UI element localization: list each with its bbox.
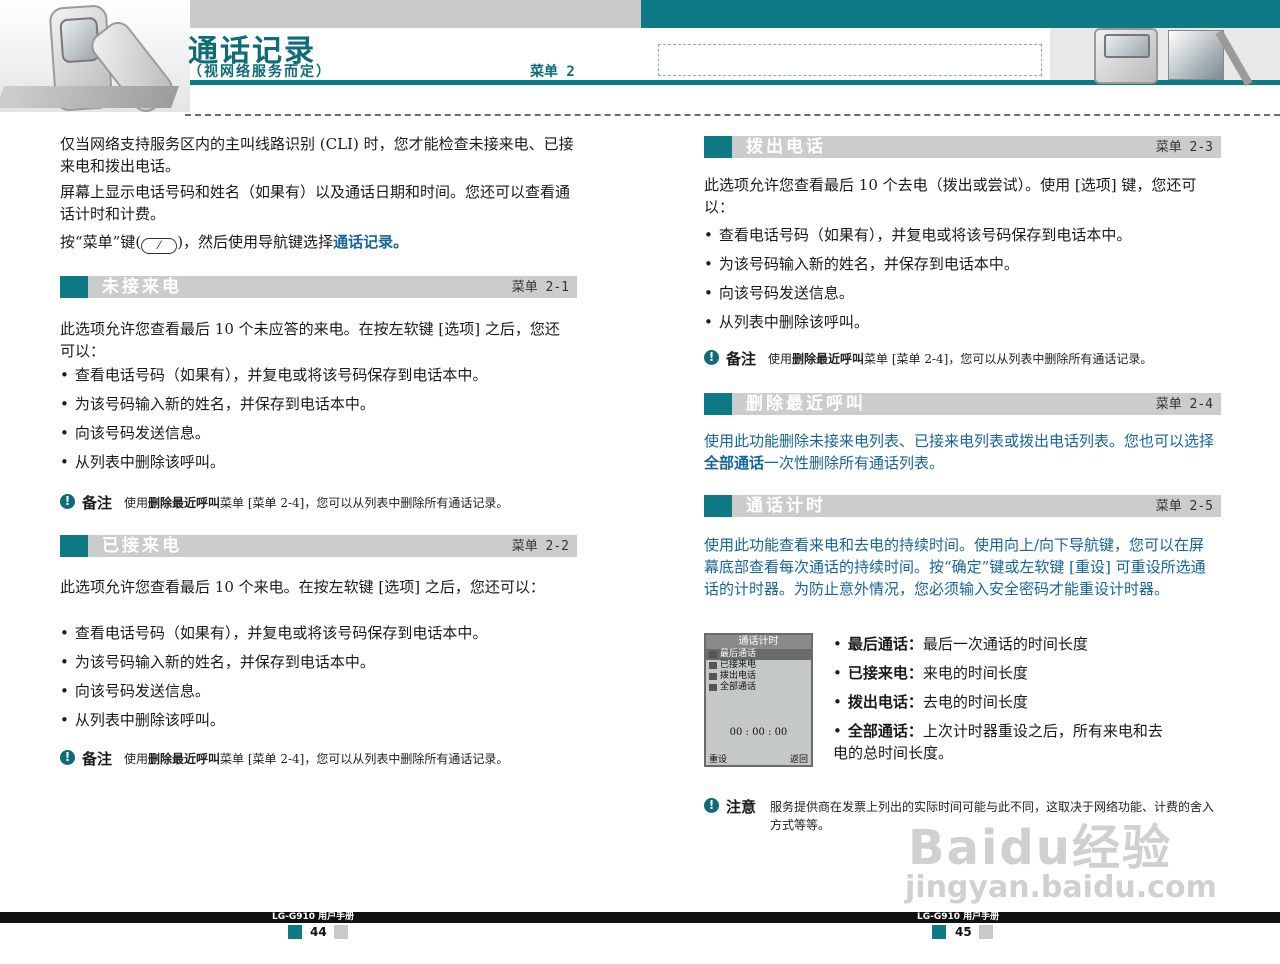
note-text: 使用删除最近呼叫菜单 [菜单 2-4]，您可以从列表中删除所有通话记录。: [124, 752, 509, 766]
list-icon: [709, 673, 717, 680]
list-item: 为该号码输入新的姓名，并保存到电话本中。: [704, 253, 1019, 275]
list-item: 查看电话号码（如果有），并复电或将该号码保存到电话本中。: [704, 224, 1132, 246]
intro-paragraph-3: 按“菜单”键(⁄)，然后使用导航键选择通话记录。: [60, 231, 580, 254]
section-bar-delete-recent: 删除最近呼叫 菜单 2-4: [704, 393, 1221, 415]
section-menu-number: 菜单 2-4: [1155, 397, 1213, 412]
section-menu-number: 菜单 2-1: [511, 280, 569, 295]
footer-left-text: LG-G910 用户手册: [272, 912, 355, 922]
call-timer-text: 使用此功能查看来电和去电的持续时间。使用向上/向下导航键，您可以在屏幕底部查看每…: [704, 536, 1206, 598]
watermark-url: jingyan.baidu.com: [905, 870, 1217, 905]
exclamation-icon: !: [60, 494, 75, 509]
exclamation-icon: !: [704, 798, 719, 813]
watermark-brand: Baidu经验: [908, 820, 1172, 876]
list-item: 从列表中删除该呼叫。: [60, 451, 225, 473]
list-item: 查看电话号码（如果有），并复电或将该号码保存到电话本中。: [60, 364, 488, 386]
section-bar-square: [60, 535, 88, 557]
intro3-link-text: 通话记录。: [333, 233, 409, 251]
section-menu-number: 菜单 2-5: [1155, 499, 1213, 514]
intro-paragraph-2: 屏幕上显示电话号码和姓名（如果有）以及通话日期和时间。您还可以查看通话计时和计费…: [60, 183, 571, 223]
intro3-post-text: )，然后使用导航键选择: [177, 233, 334, 251]
footer-right-text: LG-G910 用户手册: [917, 912, 1000, 922]
page-marker-teal: [932, 925, 946, 939]
note-label: 备注: [82, 750, 113, 768]
section-bar-received-calls: 已接来电 菜单 2-2: [60, 535, 577, 557]
note-label: 注意: [726, 798, 757, 816]
page-number-right: 45: [955, 925, 972, 939]
phone-hinge-image: [1168, 30, 1224, 80]
note-text: 使用删除最近呼叫菜单 [菜单 2-4]，您可以从列表中删除所有通话记录。: [124, 496, 509, 510]
section-bar-square: [60, 276, 88, 298]
delete-recent-text: 使用此功能删除未接来电列表、已接来电列表或拨出电话列表。您也可以选择全部通话一次…: [704, 432, 1215, 472]
phone-top-image: [1094, 28, 1158, 84]
list-icon: [709, 684, 717, 691]
phone-illustration-left: [0, 0, 190, 118]
list-item: 查看电话号码（如果有），并复电或将该号码保存到电话本中。: [60, 622, 488, 644]
section-bar-square: [704, 136, 732, 158]
list-item: 为该号码输入新的姓名，并保存到电话本中。: [60, 393, 375, 415]
header-menu-number: 菜单 2: [530, 64, 575, 80]
screen-menu-item: 最后通话: [706, 649, 811, 660]
section-title: 通话计时: [746, 496, 826, 516]
list-icon: [709, 651, 717, 658]
section-menu-number: 菜单 2-2: [511, 539, 569, 554]
exclamation-icon: !: [60, 750, 75, 765]
section-title: 删除最近呼叫: [746, 394, 866, 414]
definition-item: 拨出电话：去电的时间长度: [833, 691, 1028, 713]
screen-timer: 00 : 00 : 00: [729, 727, 788, 738]
list-item: 向该号码发送信息。: [60, 680, 210, 702]
definition-item: 全部通话：上次计时器重设之后，所有来电和去电的总时间长度。: [833, 720, 1163, 764]
section-bar-missed-calls: 未接来电 菜单 2-1: [60, 276, 577, 298]
section-bar-square: [704, 393, 732, 415]
page-marker-teal: [288, 925, 302, 939]
screen-menu-item: 已接来电: [706, 660, 811, 671]
screen-menu-item: 全部通话: [706, 682, 811, 693]
section-bar-call-timer: 通话计时 菜单 2-5: [704, 495, 1221, 517]
list-item: 从列表中删除该呼叫。: [60, 709, 225, 731]
note-text: 使用删除最近呼叫菜单 [菜单 2-4]，您可以从列表中删除所有通话记录。: [768, 352, 1153, 366]
section-bar-dialed-calls: 拨出电话 菜单 2-3: [704, 136, 1221, 158]
screen-softkey-left: 重设: [709, 755, 728, 765]
section-title: 未接来电: [102, 277, 182, 297]
footer-bar: [0, 912, 1280, 923]
intro3-pre-text: 按“菜单”键(: [60, 233, 142, 251]
intro-paragraph-1: 仅当网络支持服务区内的主叫线路识别 (CLI) 时，您才能检查未接来电、已接来电…: [60, 135, 574, 175]
header-teal-band: [641, 0, 1280, 28]
list-item: 向该号码发送信息。: [60, 422, 210, 444]
phone-illustration-right: [1050, 28, 1280, 86]
list-item: 从列表中删除该呼叫。: [704, 311, 869, 333]
screen-title: 通话计时: [706, 635, 811, 649]
definition-item: 最后通话：最后一次通话的时间长度: [833, 633, 1088, 655]
page-marker-gray: [334, 925, 348, 939]
note-label: 备注: [82, 494, 113, 512]
list-icon: [709, 662, 717, 669]
phone-base-image: [0, 86, 180, 108]
header-dashed-rule: [185, 114, 1280, 116]
section-bar-square: [704, 495, 732, 517]
page-number-left: 44: [310, 925, 327, 939]
menu-softkey-icon: ⁄: [141, 238, 178, 254]
missed-calls-text: 此选项允许您查看最后 10 个未应答的来电。在按左软键 [选项] 之后，您还可以…: [60, 320, 560, 360]
exclamation-icon: !: [704, 350, 719, 365]
section-title: 已接来电: [102, 536, 182, 556]
section-menu-number: 菜单 2-3: [1155, 140, 1213, 155]
header-gray-band: [185, 0, 641, 28]
definition-item: 已接来电：来电的时间长度: [833, 662, 1028, 684]
list-item: 为该号码输入新的姓名，并保存到电话本中。: [60, 651, 375, 673]
section-title: 拨出电话: [746, 137, 826, 157]
dialed-calls-text: 此选项允许您查看最后 10 个去电（拨出或尝试）。使用 [选项] 键，您还可以：: [704, 176, 1197, 216]
header-right-label: 通话记录: [963, 51, 1031, 67]
screen-menu-item: 拨出电话: [706, 671, 811, 682]
phone-screen-call-timer: 通话计时 最后通话 已接来电 拨出电话 全部通话 00 : 00 : 00 重设…: [704, 633, 813, 767]
list-item: 向该号码发送信息。: [704, 282, 854, 304]
page-subtitle: （视网络服务而定）: [188, 64, 332, 80]
screen-softkey-right: 返回: [789, 755, 808, 765]
note-label: 备注: [726, 350, 757, 368]
page-marker-gray: [979, 925, 993, 939]
received-calls-text: 此选项允许您查看最后 10 个来电。在按左软键 [选项] 之后，您还可以：: [60, 578, 545, 596]
